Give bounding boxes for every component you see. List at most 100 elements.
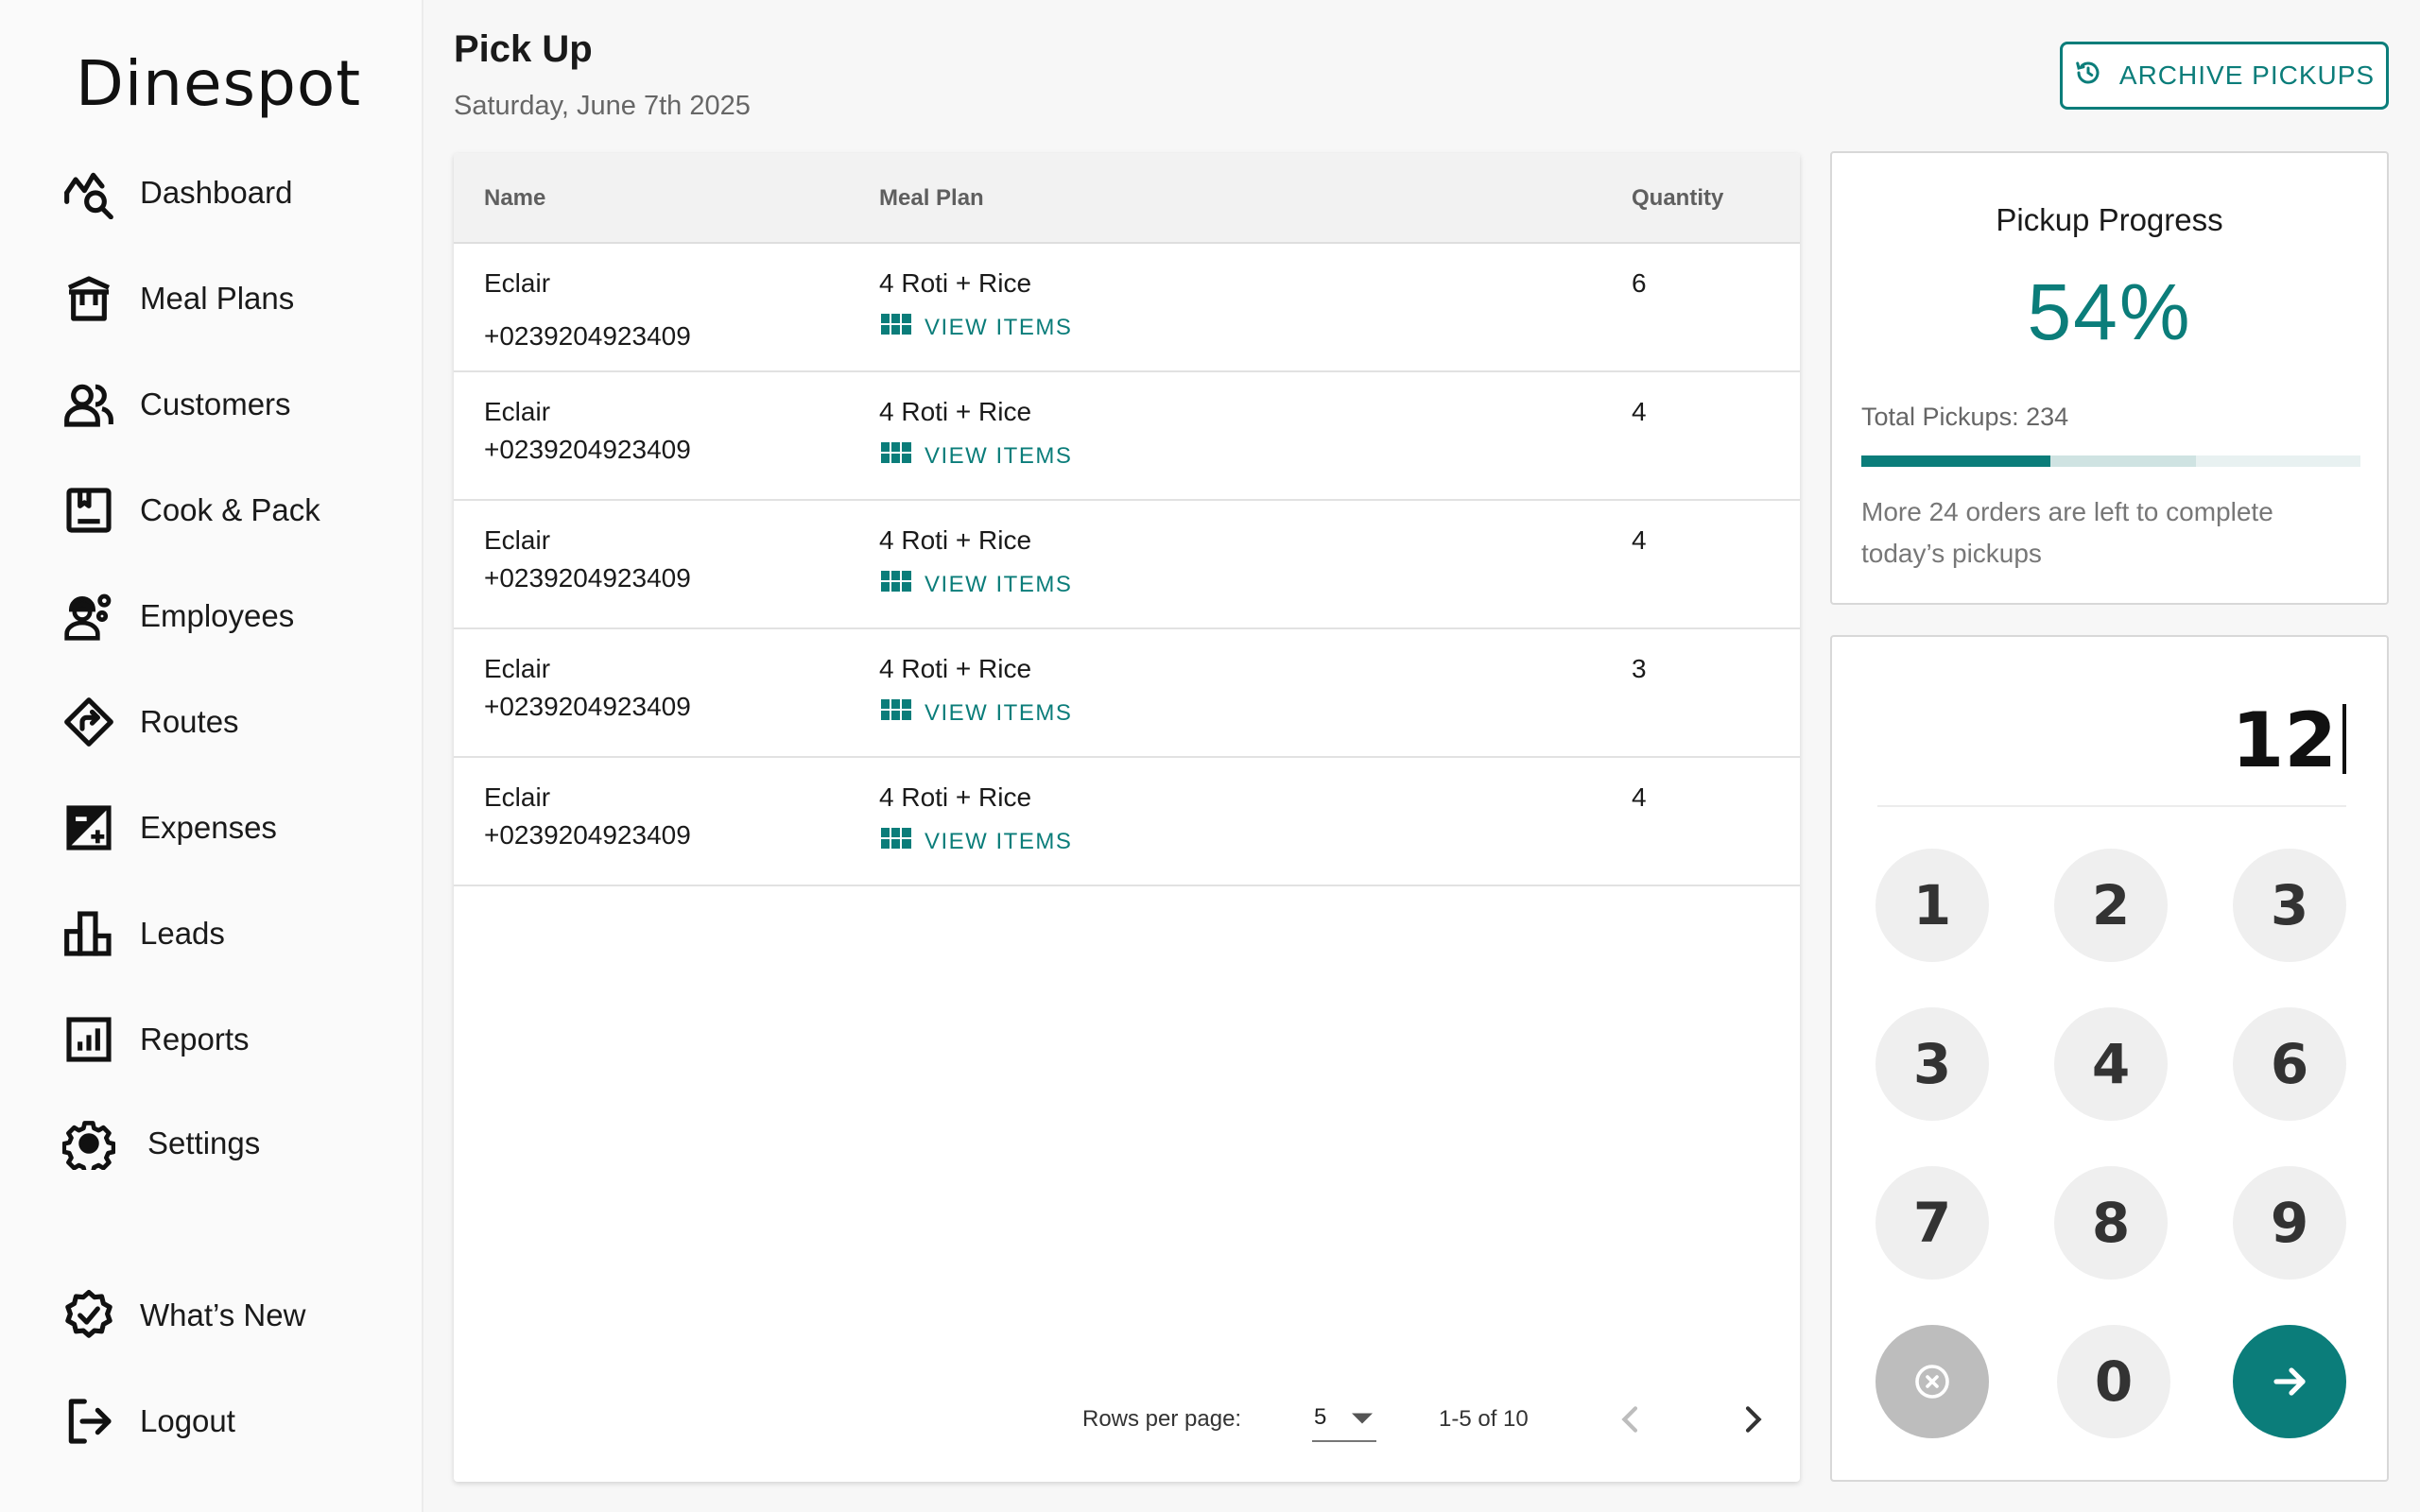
sidebar-item-label: Cook & Pack bbox=[140, 492, 320, 527]
customers-icon bbox=[60, 376, 117, 433]
clear-circle-icon bbox=[1915, 1365, 1949, 1399]
page-title: Pick Up bbox=[454, 28, 593, 70]
total-pickups: Total Pickups: 234 bbox=[1861, 403, 2069, 431]
column-header-meal-plan[interactable]: Meal Plan bbox=[879, 185, 984, 212]
view-items-link[interactable]: VIEW ITEMS bbox=[881, 314, 1072, 341]
keypad-key[interactable]: 3 bbox=[1876, 1007, 1989, 1121]
sidebar-item-whats-new[interactable]: What’s New bbox=[60, 1278, 401, 1353]
arrow-right-icon bbox=[2273, 1367, 2306, 1396]
text-caret bbox=[2342, 704, 2346, 774]
sidebar-item-expenses[interactable]: Expenses bbox=[60, 790, 401, 866]
quantity: 4 bbox=[1632, 397, 1647, 426]
sidebar-item-dashboard[interactable]: Dashboard bbox=[60, 155, 401, 231]
sidebar-item-label: Logout bbox=[140, 1403, 235, 1438]
table-header: Name Meal Plan Quantity bbox=[454, 153, 1800, 244]
grid-icon bbox=[881, 314, 911, 341]
rows-per-page-value: 5 bbox=[1314, 1404, 1327, 1430]
customer-name: Eclair bbox=[484, 525, 551, 555]
keypad-display[interactable]: 12 bbox=[1877, 675, 2346, 807]
customer-phone: +0239204923409 bbox=[484, 435, 691, 464]
sidebar-item-logout[interactable]: Logout bbox=[60, 1383, 401, 1459]
progress-title: Pickup Progress bbox=[1996, 202, 2223, 237]
keypad-display-value: 12 bbox=[2231, 696, 2337, 784]
quantity: 4 bbox=[1632, 525, 1647, 555]
archive-pickups-button[interactable]: ARCHIVE PICKUPS bbox=[2060, 42, 2389, 110]
view-items-link[interactable]: VIEW ITEMS bbox=[881, 571, 1072, 598]
column-header-quantity[interactable]: Quantity bbox=[1632, 185, 1723, 212]
sidebar-item-label: Meal Plans bbox=[140, 281, 295, 316]
view-items-link[interactable]: VIEW ITEMS bbox=[881, 442, 1072, 470]
keypad-key[interactable]: 8 bbox=[2054, 1166, 2168, 1280]
previous-page-button[interactable] bbox=[1612, 1400, 1650, 1438]
view-items-label: VIEW ITEMS bbox=[925, 314, 1073, 340]
sidebar-item-label: Dashboard bbox=[140, 175, 293, 210]
view-items-link[interactable]: VIEW ITEMS bbox=[881, 828, 1072, 855]
keypad-key[interactable]: 9 bbox=[2233, 1166, 2346, 1280]
customer-phone: +0239204923409 bbox=[484, 692, 691, 721]
meal-plan: 4 Roti + Rice bbox=[879, 397, 1032, 426]
meal-plan: 4 Roti + Rice bbox=[879, 654, 1032, 683]
table-row[interactable]: Eclair +0239204923409 4 Roti + Rice VIEW… bbox=[454, 501, 1800, 629]
sidebar-item-routes[interactable]: Routes bbox=[60, 684, 401, 760]
keypad-clear-button[interactable] bbox=[1876, 1325, 1989, 1438]
pickup-progress-card: Pickup Progress 54% Total Pickups: 234 M… bbox=[1830, 151, 2389, 605]
sidebar-item-label: Leads bbox=[140, 916, 225, 951]
pickups-table: Name Meal Plan Quantity Eclair +02392049… bbox=[454, 153, 1800, 1482]
sidebar-item-reports[interactable]: Reports bbox=[60, 1002, 401, 1077]
new-badge-icon bbox=[60, 1287, 117, 1344]
customer-phone: +0239204923409 bbox=[484, 321, 691, 351]
quantity: 3 bbox=[1632, 654, 1647, 683]
view-items-link[interactable]: VIEW ITEMS bbox=[881, 699, 1072, 727]
view-items-label: VIEW ITEMS bbox=[925, 442, 1073, 469]
rows-per-page-select[interactable]: 5 bbox=[1312, 1395, 1376, 1442]
quantity: 4 bbox=[1632, 782, 1647, 812]
sidebar-item-cook-pack[interactable]: Cook & Pack bbox=[60, 472, 401, 548]
brand-logo: Dinespot bbox=[76, 47, 362, 120]
meal-plan: 4 Roti + Rice bbox=[879, 525, 1032, 555]
sidebar: Dinespot Dashboard Meal Plans Customers … bbox=[0, 0, 424, 1512]
cook-pack-icon bbox=[60, 482, 117, 539]
keypad-key[interactable]: 3 bbox=[2233, 849, 2346, 962]
leads-icon bbox=[60, 905, 117, 962]
keypad-key[interactable]: 1 bbox=[1876, 849, 1989, 962]
sidebar-item-settings[interactable]: Settings bbox=[60, 1106, 401, 1181]
sidebar-item-meal-plans[interactable]: Meal Plans bbox=[60, 261, 401, 336]
keypad-key[interactable]: 0 bbox=[2057, 1325, 2170, 1438]
customer-name: Eclair bbox=[484, 654, 551, 683]
customer-name: Eclair bbox=[484, 782, 551, 812]
employees-icon bbox=[60, 588, 117, 644]
next-page-button[interactable] bbox=[1734, 1400, 1772, 1438]
dashboard-analytics-icon bbox=[60, 164, 117, 221]
sidebar-item-label: What’s New bbox=[140, 1297, 306, 1332]
table-row[interactable]: Eclair +0239204923409 4 Roti + Rice VIEW… bbox=[454, 629, 1800, 758]
page-date: Saturday, June 7th 2025 bbox=[454, 91, 751, 121]
column-header-name[interactable]: Name bbox=[484, 185, 545, 212]
keypad-submit-button[interactable] bbox=[2233, 1325, 2346, 1438]
sidebar-item-leads[interactable]: Leads bbox=[60, 896, 401, 971]
customer-name: Eclair bbox=[484, 397, 551, 426]
sidebar-item-label: Expenses bbox=[140, 810, 277, 845]
logout-icon bbox=[60, 1393, 117, 1450]
sidebar-item-employees[interactable]: Employees bbox=[60, 578, 401, 654]
customer-phone: +0239204923409 bbox=[484, 563, 691, 593]
keypad-key[interactable]: 7 bbox=[1876, 1166, 1989, 1280]
grid-icon bbox=[881, 828, 911, 855]
customer-name: Eclair bbox=[484, 268, 551, 298]
progress-bar-fill bbox=[1861, 455, 2050, 467]
table-row[interactable]: Eclair +0239204923409 4 Roti + Rice VIEW… bbox=[454, 758, 1800, 886]
table-row[interactable]: Eclair +0239204923409 4 Roti + Rice VIEW… bbox=[454, 372, 1800, 501]
table-row[interactable]: Eclair +0239204923409 4 Roti + Rice VIEW… bbox=[454, 244, 1800, 372]
progress-percent: 54% bbox=[2027, 267, 2192, 356]
sidebar-item-label: Routes bbox=[140, 704, 239, 739]
grid-icon bbox=[881, 571, 911, 598]
keypad-key[interactable]: 4 bbox=[2054, 1007, 2168, 1121]
keypad-key[interactable]: 6 bbox=[2233, 1007, 2346, 1121]
progress-note: More 24 orders are left to complete toda… bbox=[1861, 497, 2273, 568]
sidebar-item-customers[interactable]: Customers bbox=[60, 367, 401, 442]
sidebar-item-label: Customers bbox=[140, 387, 291, 421]
chevron-left-icon bbox=[1621, 1406, 1638, 1433]
view-items-label: VIEW ITEMS bbox=[925, 699, 1073, 726]
chevron-right-icon bbox=[1745, 1406, 1762, 1433]
keypad-key[interactable]: 2 bbox=[2054, 849, 2168, 962]
pagination-range: 1-5 of 10 bbox=[1439, 1406, 1529, 1432]
